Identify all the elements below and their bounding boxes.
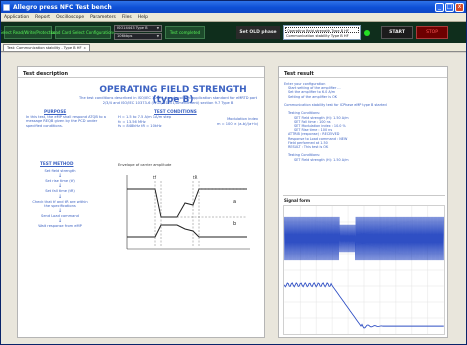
status-indicator-icon	[364, 29, 370, 36]
window-title: Allegro press NFC Test bench	[13, 3, 112, 11]
close-icon[interactable]: x	[84, 46, 86, 50]
test-method-flow: Set field strength ↓ Set rise time (tf) …	[30, 169, 90, 228]
menu-report[interactable]: Report	[35, 15, 50, 20]
condition-line: fs = 848kHz tR = 10kHz	[118, 124, 162, 129]
panel-title: Test result	[279, 67, 447, 78]
start-button[interactable]: START	[381, 26, 413, 39]
test-list-item[interactable]: Communication stability Type B HF	[285, 33, 359, 38]
formula-expression: m = 100 × (a-b)/(a+b)	[216, 122, 258, 126]
purpose-text: In this test, the eMP shall respond ATQB…	[26, 115, 106, 128]
signal-plot	[283, 205, 445, 335]
test-method-heading: TEST METHOD	[40, 161, 74, 166]
chevron-down-icon: ▼	[156, 34, 159, 38]
stop-button[interactable]: STOP	[416, 26, 448, 39]
load-config-button[interactable]: Load Card Select Configurations	[51, 26, 115, 39]
purpose-heading: PURPOSE	[44, 109, 67, 114]
test-completed-button[interactable]: Test completed	[165, 26, 205, 39]
close-button[interactable]: x	[455, 2, 464, 12]
protocol-selectors: ISO14443 Type B ▼ 106kbps ▼	[114, 24, 162, 41]
menu-files[interactable]: Files	[122, 15, 132, 20]
divider	[283, 195, 445, 196]
title-bar[interactable]: Allegro press NFC Test bench _ □ x	[1, 1, 466, 13]
toolbar: Select Read/Write/Protection Load Card S…	[1, 22, 466, 43]
log-line: SET Field strength (H): 1.50 A/m	[294, 157, 349, 162]
envelope-diagram: a b tf tR	[115, 167, 255, 257]
label-b: b	[233, 221, 236, 227]
test-conditions-heading: TEST CONDITIONS	[154, 109, 197, 114]
test-list[interactable]: Operating field strength Type B HF Commu…	[283, 25, 361, 40]
result-log: Enter your configuration Start setting of…	[284, 82, 444, 162]
menu-help[interactable]: Help	[138, 15, 148, 20]
flow-step: Wait response from eMP	[38, 224, 82, 229]
maximize-button[interactable]: □	[445, 2, 454, 12]
tab-strip: Test: Communication stability - Type B H…	[1, 43, 466, 52]
chevron-down-icon: ▼	[156, 26, 159, 30]
panel-title: Test description	[18, 67, 264, 78]
protocol-select[interactable]: ISO14443 Type B ▼	[114, 24, 162, 32]
menu-application[interactable]: Application	[4, 15, 29, 20]
signal-form-title: Signal form	[284, 198, 311, 203]
bitrate-select[interactable]: 106kbps ▼	[114, 32, 162, 40]
minimize-button[interactable]: _	[435, 2, 444, 12]
main-content: Test description OPERATING FIELD STRENGT…	[1, 53, 466, 344]
select-mode-button[interactable]: Select Read/Write/Protection	[1, 26, 57, 39]
app-icon	[3, 3, 10, 11]
app-window: Allegro press NFC Test bench _ □ x Appli…	[0, 0, 467, 345]
menu-parameters[interactable]: Parameters	[90, 15, 116, 20]
test-description-panel: Test description OPERATING FIELD STRENGT…	[17, 66, 265, 338]
set-old-phase-button[interactable]: Set OLD phase	[236, 26, 280, 39]
menu-bar: Application Report Oscilloscope Paramete…	[1, 13, 466, 22]
doc-intro: The test conditions described in ISO/IEC…	[78, 96, 258, 105]
flow-step: Check that tf and tR are within the spec…	[32, 199, 88, 208]
label-a: a	[233, 199, 236, 205]
tab-communication-stability[interactable]: Test: Communication stability - Type B H…	[3, 44, 90, 51]
label-tr: tR	[193, 175, 198, 180]
tab-label: Test: Communication stability - Type B H…	[7, 46, 82, 50]
test-result-panel: Test result Enter your configuration Star…	[278, 66, 448, 338]
modulation-formula: Modulation index m = 100 × (a-b)/(a+b)	[188, 117, 258, 127]
test-conditions: H = 1.5 to 7.5 A/m 1A/m step fc = 13.56 …	[118, 115, 182, 129]
diagram-background	[115, 167, 255, 257]
menu-oscilloscope[interactable]: Oscilloscope	[56, 15, 84, 20]
